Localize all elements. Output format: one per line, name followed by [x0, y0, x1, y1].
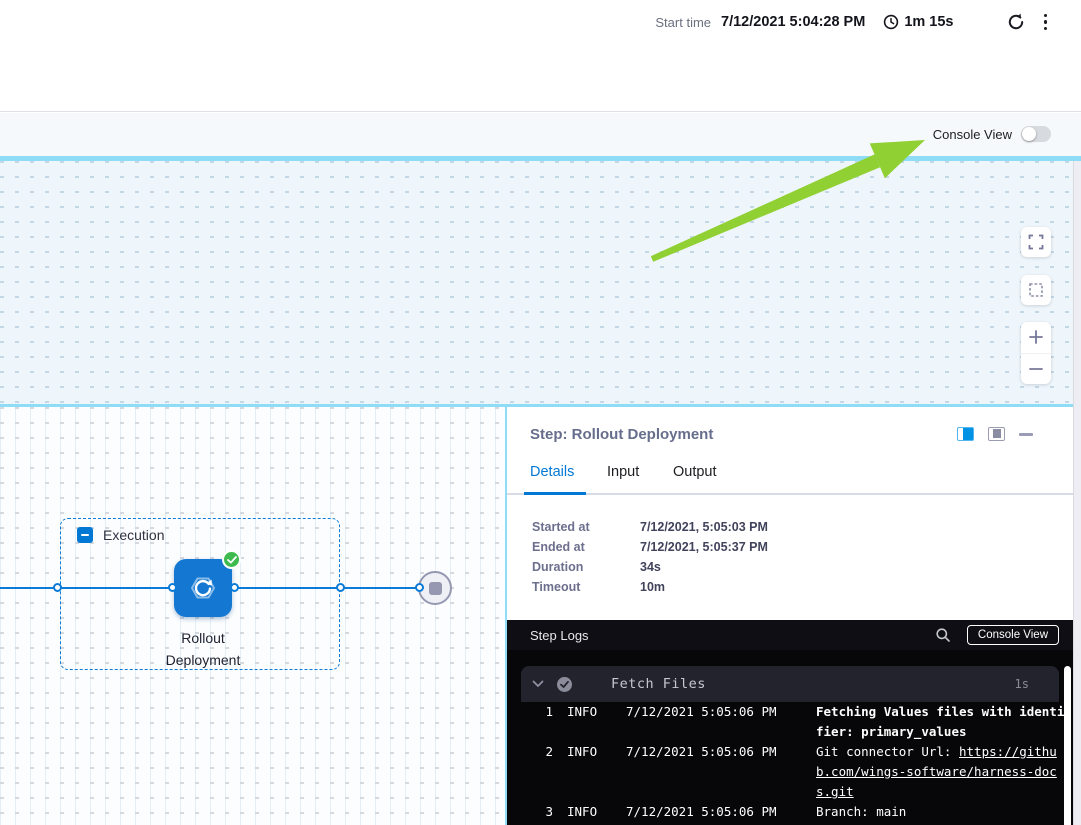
refresh-button[interactable] [1004, 10, 1028, 34]
panel-view-button[interactable] [988, 427, 1005, 441]
tab-output[interactable]: Output [673, 464, 717, 480]
log-row-1: 1 INFO 7/12/2021 5:05:06 PM Fetching Val… [509, 702, 1061, 742]
log-viewer: Fetch Files 1s 1 INFO 7/12/2021 5:05:06 … [507, 650, 1081, 825]
stage-toolbar: Console View [0, 113, 1081, 156]
rollout-deployment-node[interactable] [174, 559, 232, 617]
port-stop-left [415, 583, 424, 592]
step-panel-title: Step: Rollout Deployment [530, 426, 713, 443]
log-section-duration: 1s [1015, 677, 1029, 691]
page-scrollbar-track[interactable] [1073, 161, 1081, 825]
log-row-2: 2 INFO 7/12/2021 5:05:06 PM Git connecto… [509, 742, 1061, 802]
rollout-icon [180, 565, 226, 611]
detail-row-ended: Ended at 7/12/2021, 5:05:37 PM [532, 537, 768, 557]
minimize-panel-button[interactable] [1019, 433, 1033, 436]
port-node-left [168, 583, 177, 592]
step-panel-header: Step: Rollout Deployment [507, 407, 1081, 455]
detail-row-started: Started at 7/12/2021, 5:05:03 PM [532, 517, 768, 537]
log-section-title: Fetch Files [611, 676, 706, 692]
logs-console-view-button[interactable]: Console View [967, 625, 1059, 645]
console-view-toggle[interactable] [1021, 126, 1051, 142]
log-scrollbar[interactable] [1064, 666, 1071, 825]
collapse-group-button[interactable] [77, 527, 93, 543]
step-logs-bar: Step Logs Console View [507, 620, 1081, 650]
node-label: Rollout Deployment [123, 627, 283, 671]
toggle-knob [1022, 127, 1036, 141]
step-logs-title: Step Logs [530, 628, 589, 643]
tab-details[interactable]: Details [530, 464, 574, 480]
marquee-select-button[interactable] [1021, 275, 1051, 305]
active-tab-underline [524, 492, 586, 495]
start-time-label: Start time [655, 15, 711, 30]
success-badge-icon [222, 550, 241, 569]
log-rows: 1 INFO 7/12/2021 5:05:06 PM Fetching Val… [509, 702, 1061, 822]
tab-input[interactable]: Input [607, 464, 639, 480]
execution-header: Start time 7/12/2021 5:04:28 PM 1m 15s [0, 0, 1081, 112]
split-view-icon [957, 427, 974, 441]
pipeline-canvas-upper[interactable] [0, 161, 1081, 404]
port-group-right [336, 583, 345, 592]
port-group-left [53, 583, 62, 592]
chevron-down-icon [532, 680, 544, 688]
kebab-menu-icon[interactable] [1038, 12, 1054, 33]
clock-icon [883, 14, 899, 30]
step-details-panel: Step: Rollout Deployment Details Input O… [505, 407, 1081, 825]
search-icon [935, 627, 951, 643]
check-circle-icon [556, 676, 573, 693]
plus-icon [1028, 329, 1044, 345]
detail-row-duration: Duration 34s [532, 557, 768, 577]
execution-group-label: Execution [103, 527, 164, 543]
pipeline-execution-page: Start time 7/12/2021 5:04:28 PM 1m 15s C… [0, 0, 1081, 825]
elapsed-time: 1m 15s [904, 14, 953, 30]
log-search-button[interactable] [933, 625, 953, 645]
zoom-controls [1021, 322, 1051, 384]
start-time-value: 7/12/2021 5:04:28 PM [721, 14, 865, 30]
zoom-out-button[interactable] [1021, 353, 1051, 385]
fullscreen-button[interactable] [1021, 227, 1051, 257]
fullscreen-icon [1028, 234, 1044, 250]
port-node-right [230, 583, 239, 592]
minus-icon [1028, 361, 1044, 377]
console-view-label: Console View [933, 127, 1012, 142]
pipeline-canvas-lower[interactable]: Execution Rollout Deployment [0, 407, 505, 825]
log-row-3: 3 INFO 7/12/2021 5:05:06 PM Branch: main [509, 802, 1061, 822]
log-section-header[interactable]: Fetch Files 1s [521, 666, 1059, 702]
details-rows: Started at 7/12/2021, 5:05:03 PM Ended a… [532, 517, 768, 597]
panel-view-icon [988, 427, 1005, 441]
stop-icon [429, 582, 442, 595]
step-tabs: Details Input Output [507, 455, 1081, 495]
zoom-in-button[interactable] [1021, 322, 1051, 353]
marquee-select-icon [1028, 282, 1044, 298]
split-view-button[interactable] [957, 427, 974, 441]
detail-row-timeout: Timeout 10m [532, 577, 768, 597]
